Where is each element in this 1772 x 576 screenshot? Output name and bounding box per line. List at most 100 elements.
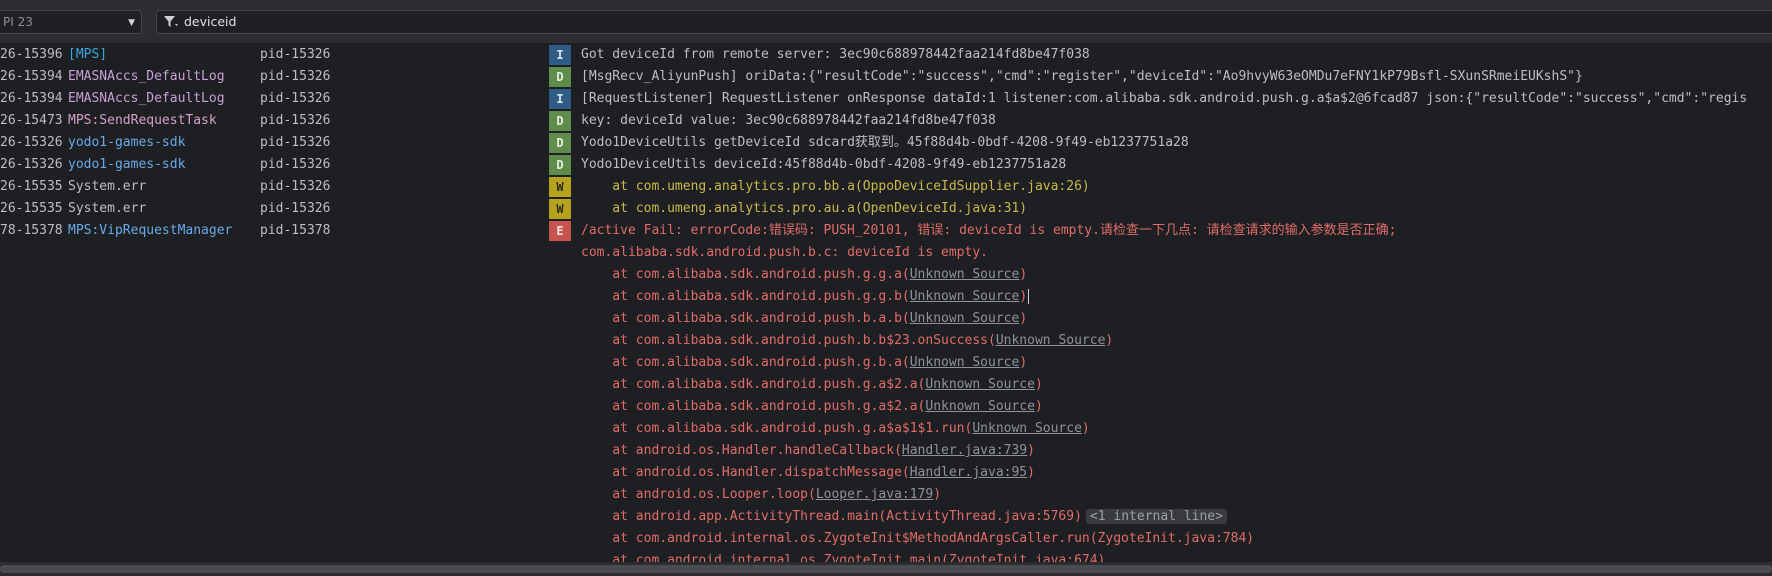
- stacktrace-line[interactable]: com.alibaba.sdk.android.push.b.c: device…: [0, 242, 1772, 264]
- stacktrace-line[interactable]: at com.android.internal.os.ZygoteInit.ma…: [0, 550, 1772, 562]
- log-row[interactable]: 26-15394 EMASNAccs_DefaultLog pid-15326 D [M…: [0, 66, 1772, 88]
- log-time: 26-15396: [0, 47, 63, 62]
- log-row[interactable]: 26-15535 System.err pid-15326 W at com.umen…: [0, 176, 1772, 198]
- log-message: Got deviceId from remote server: 3ec90c6…: [581, 47, 1090, 62]
- source-link[interactable]: Unknown Source: [972, 421, 1082, 436]
- stacktrace-text: at com.alibaba.sdk.android.push.b.b$23.o…: [581, 330, 1113, 352]
- stacktrace-line[interactable]: at android.os.Handler.dispatchMessage(Ha…: [0, 462, 1772, 484]
- source-link[interactable]: Unknown Source: [910, 355, 1020, 370]
- stacktrace-text: at com.alibaba.sdk.android.push.g.g.b(Un…: [581, 286, 1030, 308]
- log-message: Yodo1DeviceUtils getDeviceId sdcard获取到。4…: [581, 135, 1189, 150]
- filter-icon[interactable]: [163, 15, 179, 29]
- stacktrace-line[interactable]: at com.alibaba.sdk.android.push.g.g.b(Un…: [0, 286, 1772, 308]
- log-pid: pid-15326: [260, 113, 331, 128]
- log-time: 26-15326: [0, 135, 63, 150]
- log-message: at com.umeng.analytics.pro.bb.a(OppoDevi…: [581, 179, 1090, 194]
- stacktrace-text: at com.alibaba.sdk.android.push.b.a.b(Un…: [581, 308, 1027, 330]
- stacktrace-text: at com.android.internal.os.ZygoteInit.ma…: [581, 550, 1105, 562]
- stacktrace-frame: at com.alibaba.sdk.android.push.b.a.b(: [581, 311, 910, 326]
- log-row[interactable]: 26-15326 yodo1-games-sdk pid-15326 D Yodo1De…: [0, 154, 1772, 176]
- stacktrace-line[interactable]: at com.alibaba.sdk.android.push.g.a$a$1$…: [0, 418, 1772, 440]
- scrollbar-thumb[interactable]: [0, 565, 1772, 573]
- log-time: 26-15326: [0, 157, 63, 172]
- internal-lines-fold[interactable]: <1 internal line>: [1085, 509, 1227, 524]
- stacktrace-paren: ): [1027, 443, 1035, 458]
- stacktrace-text: at android.os.Handler.handleCallback(Han…: [581, 440, 1035, 462]
- log-level-badge: D: [549, 155, 571, 175]
- stacktrace-text: at com.android.internal.os.ZygoteInit$Me…: [581, 528, 1254, 550]
- log-message: Yodo1DeviceUtils deviceId:45f88d4b-0bdf-…: [581, 157, 1067, 172]
- log-time: 26-15535: [0, 179, 63, 194]
- stacktrace-paren: ): [1105, 333, 1114, 348]
- log-time: 26-15473: [0, 113, 63, 128]
- stacktrace-line[interactable]: at android.os.Handler.handleCallback(Han…: [0, 440, 1772, 462]
- stacktrace-line[interactable]: at android.app.ActivityThread.main(Activ…: [0, 506, 1772, 528]
- stacktrace-line[interactable]: at com.alibaba.sdk.android.push.g.a$2.a(…: [0, 396, 1772, 418]
- stacktrace-paren: ): [1019, 311, 1028, 326]
- log-row[interactable]: 26-15396 [MPS] pid-15326 I Got deviceId from…: [0, 44, 1772, 66]
- stacktrace-line[interactable]: at android.os.Looper.loop(Looper.java:17…: [0, 484, 1772, 506]
- stacktrace-line[interactable]: at com.android.internal.os.ZygoteInit$Me…: [0, 528, 1772, 550]
- stacktrace-paren: ): [1019, 289, 1028, 304]
- logcat-output[interactable]: 26-15396 [MPS] pid-15326 I Got deviceId from…: [0, 44, 1772, 562]
- stacktrace-frame: at com.alibaba.sdk.android.push.g.a$a$1$…: [581, 421, 973, 436]
- log-level-badge: I: [549, 89, 571, 109]
- stacktrace-frame: at com.alibaba.sdk.android.push.g.a$2.a(: [581, 377, 926, 392]
- log-message: at com.umeng.analytics.pro.au.a(OpenDevi…: [581, 201, 1028, 216]
- stacktrace-frame: at android.os.Handler.handleCallback(: [581, 443, 902, 458]
- log-pid: pid-15378: [260, 223, 331, 238]
- stacktrace-frame: at android.os.Handler.dispatchMessage(: [581, 465, 910, 480]
- logcat-filter-input[interactable]: deviceid: [156, 10, 1772, 34]
- log-pid: pid-15326: [260, 47, 331, 62]
- log-tag: MPS:VipRequestManager: [68, 223, 233, 238]
- log-level-badge: W: [549, 199, 571, 219]
- log-tag: MPS:SendRequestTask: [68, 113, 217, 128]
- log-level-badge: I: [549, 45, 571, 65]
- stacktrace-paren: ): [1027, 465, 1035, 480]
- stacktrace-frame: at com.alibaba.sdk.android.push.g.g.b(: [581, 289, 910, 304]
- log-row[interactable]: 26-15535 System.err pid-15326 W at com.umen…: [0, 198, 1772, 220]
- log-pid: pid-15326: [260, 201, 331, 216]
- source-link[interactable]: Looper.java:179: [816, 487, 933, 502]
- stacktrace-line[interactable]: at com.alibaba.sdk.android.push.g.b.a(Un…: [0, 352, 1772, 374]
- source-link[interactable]: Unknown Source: [996, 333, 1106, 348]
- stacktrace-line[interactable]: at com.alibaba.sdk.android.push.g.g.a(Un…: [0, 264, 1772, 286]
- log-pid: pid-15326: [260, 157, 331, 172]
- log-row[interactable]: 26-15326 yodo1-games-sdk pid-15326 D Yodo1De…: [0, 132, 1772, 154]
- source-link[interactable]: Unknown Source: [925, 377, 1035, 392]
- log-tag: [MPS]: [68, 47, 108, 62]
- source-link[interactable]: Unknown Source: [910, 267, 1020, 282]
- stacktrace-text: at com.alibaba.sdk.android.push.g.a$2.a(…: [581, 396, 1042, 418]
- log-pid: pid-15326: [260, 135, 331, 150]
- stacktrace-line[interactable]: at com.alibaba.sdk.android.push.g.a$2.a(…: [0, 374, 1772, 396]
- stacktrace-text: at android.os.Looper.loop(Looper.java:17…: [581, 484, 941, 506]
- source-link[interactable]: Unknown Source: [910, 311, 1020, 326]
- log-message: key: deviceId value: 3ec90c688978442faa2…: [581, 113, 996, 128]
- log-pid: pid-15326: [260, 91, 331, 106]
- filter-query-text: deviceid: [184, 14, 237, 29]
- source-link[interactable]: Handler.java:95: [910, 465, 1027, 480]
- log-level-badge: D: [549, 111, 571, 131]
- chevron-down-icon[interactable]: ▼: [128, 12, 135, 34]
- log-tag: System.err: [68, 201, 147, 216]
- log-pid: pid-15326: [260, 69, 331, 84]
- horizontal-scrollbar[interactable]: [0, 562, 1772, 576]
- log-row[interactable]: 78-15378 MPS:VipRequestManager pid-15378 E /…: [0, 220, 1772, 242]
- log-message: [MsgRecv_AliyunPush] oriData:{"resultCod…: [581, 69, 1583, 84]
- source-link[interactable]: Unknown Source: [925, 399, 1035, 414]
- source-link[interactable]: Handler.java:739: [902, 443, 1027, 458]
- device-select[interactable]: PI 23 ▼: [0, 10, 142, 34]
- stacktrace-line[interactable]: at com.alibaba.sdk.android.push.b.b$23.o…: [0, 330, 1772, 352]
- stacktrace-frame: at com.alibaba.sdk.android.push.g.b.a(: [581, 355, 910, 370]
- stacktrace-frame: at android.app.ActivityThread.main(Activ…: [581, 509, 1082, 524]
- log-message: /active Fail: errorCode:错误码: PUSH_20101,…: [581, 223, 1397, 238]
- stacktrace-text: at android.os.Handler.dispatchMessage(Ha…: [581, 462, 1035, 484]
- log-row[interactable]: 26-15473 MPS:SendRequestTask pid-15326 Dkey…: [0, 110, 1772, 132]
- log-tag: yodo1-games-sdk: [68, 135, 186, 150]
- source-link[interactable]: Unknown Source: [910, 289, 1020, 304]
- stacktrace-text: at android.app.ActivityThread.main(Activ…: [581, 506, 1227, 528]
- log-row[interactable]: 26-15394 EMASNAccs_DefaultLog pid-15326 I [R…: [0, 88, 1772, 110]
- log-level-badge: E: [549, 221, 571, 241]
- stacktrace-line[interactable]: at com.alibaba.sdk.android.push.b.a.b(Un…: [0, 308, 1772, 330]
- log-level-badge: W: [549, 177, 571, 197]
